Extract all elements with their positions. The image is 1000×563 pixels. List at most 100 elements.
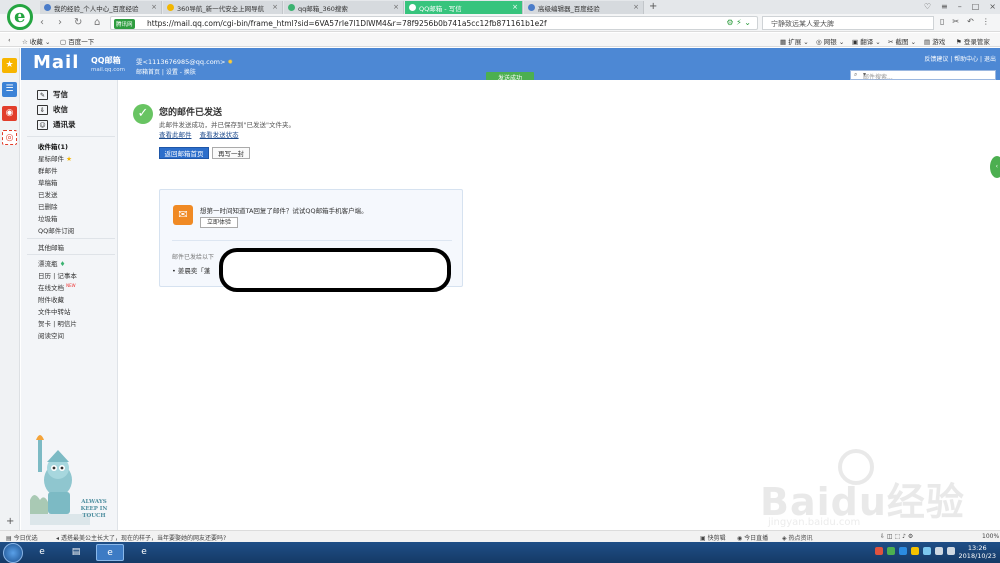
inbox-button[interactable]: ⇩ 收信 xyxy=(37,104,68,116)
logo-subtitle: QQ邮箱 xyxy=(91,56,121,65)
refresh-icon[interactable]: ↻ xyxy=(74,17,82,28)
360-icon xyxy=(167,4,174,11)
floating-side-button[interactable]: ‹ xyxy=(990,156,1000,178)
list-icon[interactable]: ☰ xyxy=(2,82,17,97)
folder-drafts[interactable]: 草稿箱 xyxy=(38,177,58,187)
view-mail-link[interactable]: 查看此邮件 xyxy=(159,131,192,139)
cards-postcards[interactable]: 贺卡 | 明信片 xyxy=(38,318,77,328)
toolbar-login[interactable]: ⚑ 登录管家 xyxy=(956,36,990,46)
tab-360-search[interactable]: qq邮箱_360搜索 × xyxy=(284,1,404,14)
forward-icon[interactable]: › xyxy=(58,17,62,28)
account-links[interactable]: 邮箱首页 | 设置 - 换肤 xyxy=(136,67,196,76)
new-tab-button[interactable]: + xyxy=(649,1,657,12)
app-icon[interactable]: ◎ xyxy=(2,130,17,145)
toolbar-screenshot[interactable]: ✂ 截图 ⌄ xyxy=(888,36,916,46)
qq-mail-icon xyxy=(409,4,416,11)
skin-icon[interactable]: ♡ xyxy=(924,2,931,11)
divider xyxy=(172,240,452,241)
status-icons[interactable]: ⇩ ◫ ⬚ ♪ ⚙ xyxy=(880,533,913,540)
undo-icon[interactable]: ↶ xyxy=(967,17,974,26)
folder-icon[interactable]: ▤ xyxy=(62,544,90,561)
close-icon[interactable]: × xyxy=(151,3,157,11)
close-window-icon[interactable]: × xyxy=(989,2,996,11)
folder-group[interactable]: 群邮件 xyxy=(38,165,58,175)
contacts-button[interactable]: ☺ 通讯录 xyxy=(37,119,76,131)
ie-alt-icon[interactable]: e xyxy=(130,544,158,561)
bookmark-fav[interactable]: ☆ 收藏 ⌄ xyxy=(22,36,50,46)
toolbar-bank[interactable]: ◎ 网银 ⌄ xyxy=(816,36,844,46)
back-to-inbox-button[interactable]: 返回邮箱首页 xyxy=(159,147,209,159)
folder-subscriptions[interactable]: QQ邮件订阅 xyxy=(38,225,74,235)
redaction-mark xyxy=(219,248,451,292)
zoom-level[interactable]: 100% xyxy=(982,533,999,540)
today-picks[interactable]: ▤ 今日优选 xyxy=(6,533,38,542)
mail-search-input[interactable]: ⌕ 邮件搜索... ▾ xyxy=(850,70,996,81)
star-icon[interactable]: ★ xyxy=(2,58,17,73)
sent-links: 查看此邮件 查看发送状态 xyxy=(159,129,245,139)
close-icon[interactable]: × xyxy=(272,3,278,11)
file-transfer[interactable]: 文件中转站 xyxy=(38,306,71,316)
hot-news[interactable]: ◈ 热点资讯 xyxy=(782,533,813,542)
lightning-icon[interactable]: ⚙ ⚡ ⌄ xyxy=(726,18,751,27)
close-icon[interactable]: × xyxy=(393,3,399,11)
tray-icon[interactable] xyxy=(875,547,883,555)
maximize-icon[interactable]: □ xyxy=(972,2,980,11)
drift-bottle[interactable]: 漂流瓶 ♦ xyxy=(38,258,65,268)
sidebar-toggle-icon[interactable]: ‹ xyxy=(8,36,11,44)
360-browser-icon[interactable]: e xyxy=(96,544,124,561)
folder-sent[interactable]: 已发送 xyxy=(38,189,58,199)
compose-button[interactable]: ✎ 写信 xyxy=(37,89,68,101)
clock[interactable]: 13:26 2018/10/23 xyxy=(959,544,996,560)
close-icon[interactable]: × xyxy=(633,3,639,11)
folder-deleted[interactable]: 已删除 xyxy=(38,201,58,211)
mail-logo[interactable]: Mail xyxy=(33,52,79,73)
write-again-button[interactable]: 再写一封 xyxy=(212,147,250,159)
toolbar-games[interactable]: ▤ 游戏 xyxy=(924,36,945,46)
attachment-favorites[interactable]: 附件收藏 xyxy=(38,294,64,304)
back-icon[interactable]: ‹ xyxy=(40,17,44,28)
tab-qq-mail[interactable]: QQ邮箱 - 写信 × xyxy=(405,1,523,14)
close-icon[interactable]: × xyxy=(512,3,518,11)
cut-icon[interactable]: ✂ xyxy=(952,17,959,26)
search-input[interactable]: 宁静致远某人爱大脾 xyxy=(762,16,934,30)
tray-icon[interactable] xyxy=(887,547,895,555)
folder-inbox[interactable]: 收件箱(1) xyxy=(38,141,68,151)
weibo-icon[interactable]: ◉ xyxy=(2,106,17,121)
add-icon[interactable]: + xyxy=(6,516,14,527)
tray-icon[interactable] xyxy=(899,547,907,555)
tray-icon[interactable] xyxy=(911,547,919,555)
toolbar-translate[interactable]: ▣ 翻译 ⌄ xyxy=(852,36,881,46)
start-button[interactable] xyxy=(3,543,23,563)
tab-baidu-editor[interactable]: 高级编辑器_百度经验 × xyxy=(524,1,644,14)
folder-starred[interactable]: 星标邮件 ★ xyxy=(38,153,72,163)
tray-icon[interactable] xyxy=(923,547,931,555)
home-icon[interactable]: ⌂ xyxy=(94,17,100,28)
other-mailboxes[interactable]: 其他邮箱 xyxy=(38,242,64,252)
more-icon[interactable]: ⋮ xyxy=(982,17,990,26)
menu-icon[interactable]: ≡ xyxy=(941,2,948,11)
phone-icon[interactable]: ▯ xyxy=(940,17,944,26)
top-links[interactable]: 反馈建议 | 帮助中心 | 退出 xyxy=(924,54,996,63)
chevron-down-icon[interactable]: ▾ xyxy=(863,71,992,78)
network-icon[interactable] xyxy=(935,547,943,555)
view-status-link[interactable]: 查看发送状态 xyxy=(200,131,239,139)
status-bar: ▤ 今日优选 ◂ 透搭最美公主长大了，现在的样子，当年要娶她的网友还要吗? ▣ … xyxy=(0,530,1000,542)
divider xyxy=(27,136,115,137)
folder-spam[interactable]: 垃圾箱 xyxy=(38,213,58,223)
toolbar-extensions[interactable]: ▦ 扩展 ⌄ xyxy=(780,36,809,46)
bookmark-baidu[interactable]: ▢ 百度一下 xyxy=(60,36,94,46)
try-now-button[interactable]: 立即体验 xyxy=(200,217,238,228)
live-today[interactable]: ◉ 今日直播 xyxy=(737,533,768,542)
tab-baidu-profile[interactable]: 我的经验_个人中心_百度经验 × xyxy=(40,1,162,14)
volume-icon[interactable] xyxy=(947,547,955,555)
url-field[interactable]: 腾讯网 https://mail.qq.com/cgi-bin/frame_ht… xyxy=(110,16,758,30)
online-docs[interactable]: 在线文档 NEW xyxy=(38,282,76,292)
news-ticker[interactable]: ◂ 透搭最美公主长大了，现在的样子，当年要娶她的网友还要吗? xyxy=(56,533,226,542)
sent-title: 您的邮件已发送 xyxy=(159,108,223,118)
reading-space[interactable]: 阅读空间 xyxy=(38,330,64,340)
tab-360-nav[interactable]: 360导航_新一代安全上网导航 × xyxy=(163,1,283,14)
quick-edit[interactable]: ▣ 快剪辑 xyxy=(700,533,726,542)
minimize-icon[interactable]: – xyxy=(958,2,962,11)
ie-icon[interactable]: e xyxy=(28,544,56,561)
calendar-notes[interactable]: 日历 | 记事本 xyxy=(38,270,77,280)
